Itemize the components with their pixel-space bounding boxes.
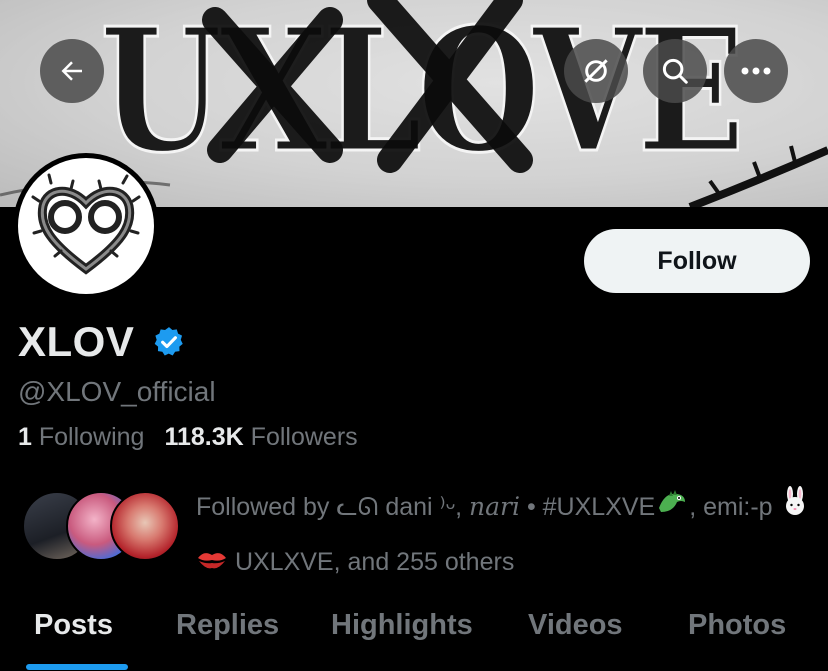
kiss-mark-emoji-icon: [196, 537, 228, 591]
mutual-followers-avatars[interactable]: [22, 491, 182, 561]
followers-label: Followers: [250, 423, 358, 451]
follow-button[interactable]: Follow: [584, 229, 810, 293]
back-arrow-icon: [61, 61, 82, 81]
search-button[interactable]: [643, 39, 707, 103]
verified-badge-icon: [154, 327, 183, 356]
profile-stats: 1 Following 118.3K Followers: [18, 423, 358, 452]
rabbit-emoji-icon: [780, 481, 810, 535]
mutual-name-2: 𝑛𝑎𝑟𝑖: [469, 492, 520, 521]
no-notifications-icon: [584, 59, 608, 83]
display-name: XLOV: [18, 318, 135, 365]
profile-handle: @XLOV_official: [18, 376, 216, 407]
followers-count: 118.3K: [164, 423, 244, 451]
tab-posts[interactable]: Posts: [34, 609, 113, 642]
tab-photos[interactable]: Photos: [688, 609, 786, 642]
followers-link[interactable]: 118.3K Followers: [164, 423, 357, 451]
name-separator: •: [526, 493, 536, 521]
mutual-name-3: #UXLXVE: [542, 493, 656, 521]
more-options-button[interactable]: [724, 39, 788, 103]
notifications-off-button[interactable]: [564, 39, 628, 103]
tab-videos[interactable]: Videos: [528, 609, 623, 642]
search-icon: [662, 58, 688, 84]
profile-avatar[interactable]: [13, 153, 159, 299]
thorn-heart-logo: [31, 173, 141, 275]
avatar-image: [18, 158, 154, 294]
mutual-name-5: UXLXVE: [234, 548, 334, 577]
followed-by-prefix: Followed by: [196, 493, 330, 521]
back-button[interactable]: [40, 39, 104, 103]
tab-replies[interactable]: Replies: [176, 609, 279, 642]
profile-tabs: Posts Replies Highlights Videos Photos: [0, 600, 828, 671]
dragon-emoji-icon: [655, 481, 689, 535]
mutual-name-4: , emi:-p: [689, 493, 773, 521]
mutual-avatar-3: [110, 491, 180, 561]
following-link[interactable]: 1 Following: [18, 423, 144, 451]
mutual-name-1: ᓚᘏ dani ⁾ᵕ,: [336, 493, 463, 521]
following-label: Following: [38, 423, 145, 451]
active-tab-indicator: [26, 664, 128, 670]
followed-by-suffix: , and 255 others: [333, 548, 515, 577]
following-count: 1: [18, 423, 32, 451]
tab-highlights[interactable]: Highlights: [331, 609, 473, 642]
followed-by-text[interactable]: Followed by ᓚᘏ dani ⁾ᵕ, 𝑛𝑎𝑟𝑖 • #UXLXVE , …: [196, 480, 816, 591]
more-icon: [741, 67, 771, 75]
